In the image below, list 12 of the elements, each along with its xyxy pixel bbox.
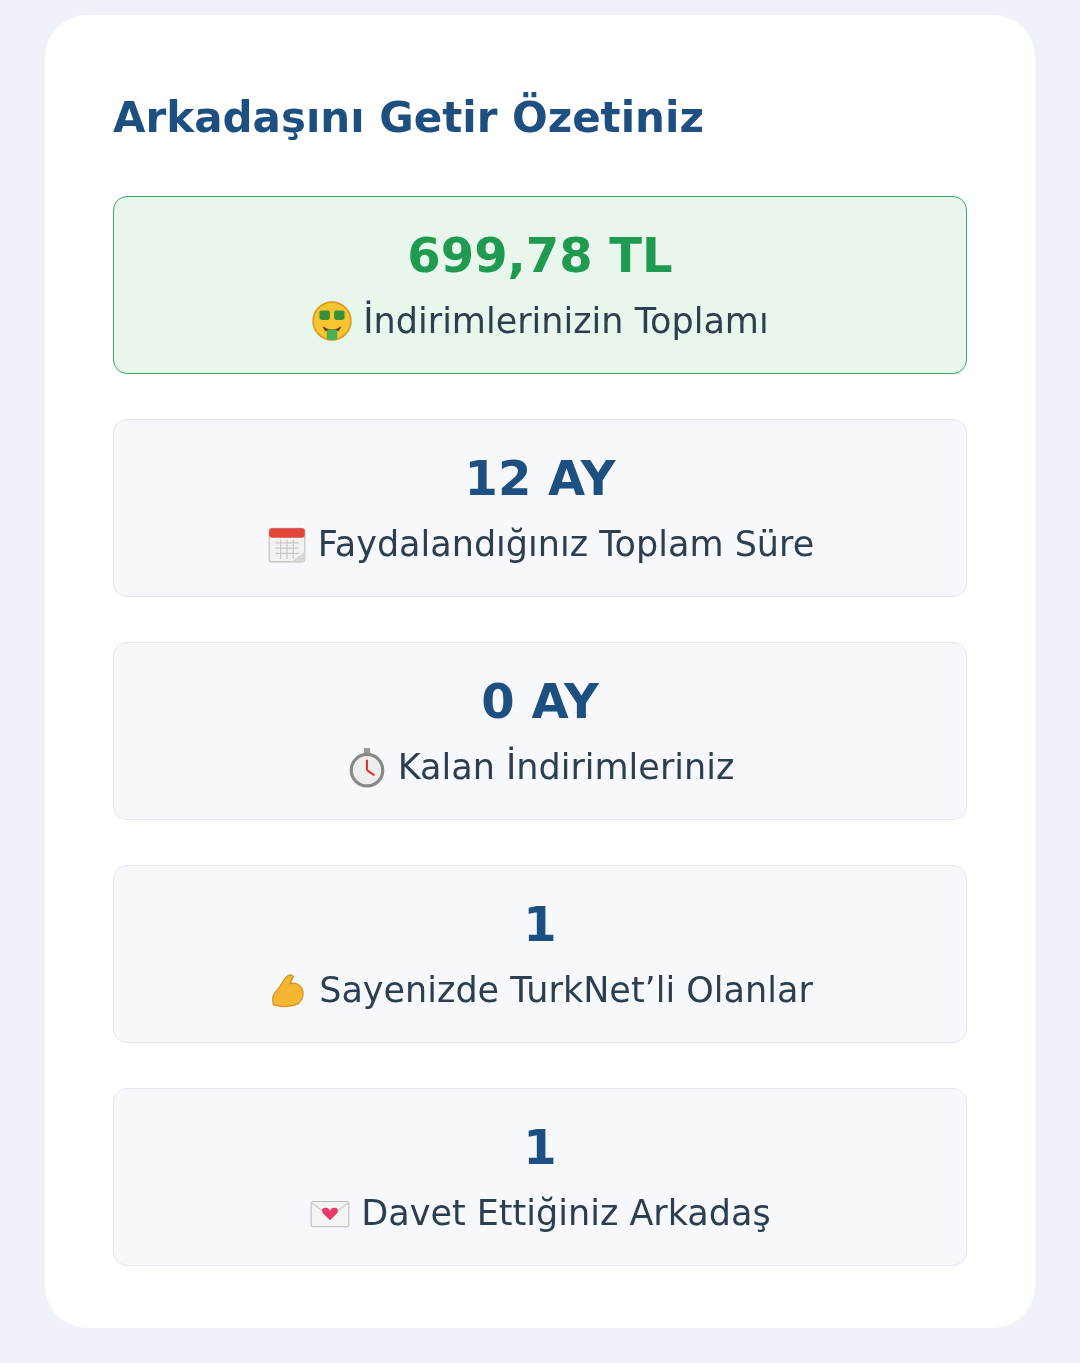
stat-label: Kalan İndirimleriniz — [397, 746, 735, 787]
stat-value: 1 — [523, 898, 557, 951]
stat-label: Davet Ettiğiniz Arkadaş — [361, 1192, 771, 1233]
stat-label: Faydalandığınız Toplam Süre — [317, 523, 815, 564]
stat-value: 1 — [523, 1121, 557, 1174]
stat-label: Sayenizde TurkNet’li Olanlar — [319, 969, 813, 1010]
money-face-icon — [311, 299, 354, 342]
stat-value: 12 AY — [464, 452, 616, 505]
stat-value: 699,78 TL — [407, 229, 673, 282]
card-title: Arkadaşını Getir Özetiniz — [113, 93, 705, 144]
stat-value: 0 AY — [481, 675, 599, 728]
stat-label: İndirimlerinizin Toplamı — [363, 300, 769, 341]
